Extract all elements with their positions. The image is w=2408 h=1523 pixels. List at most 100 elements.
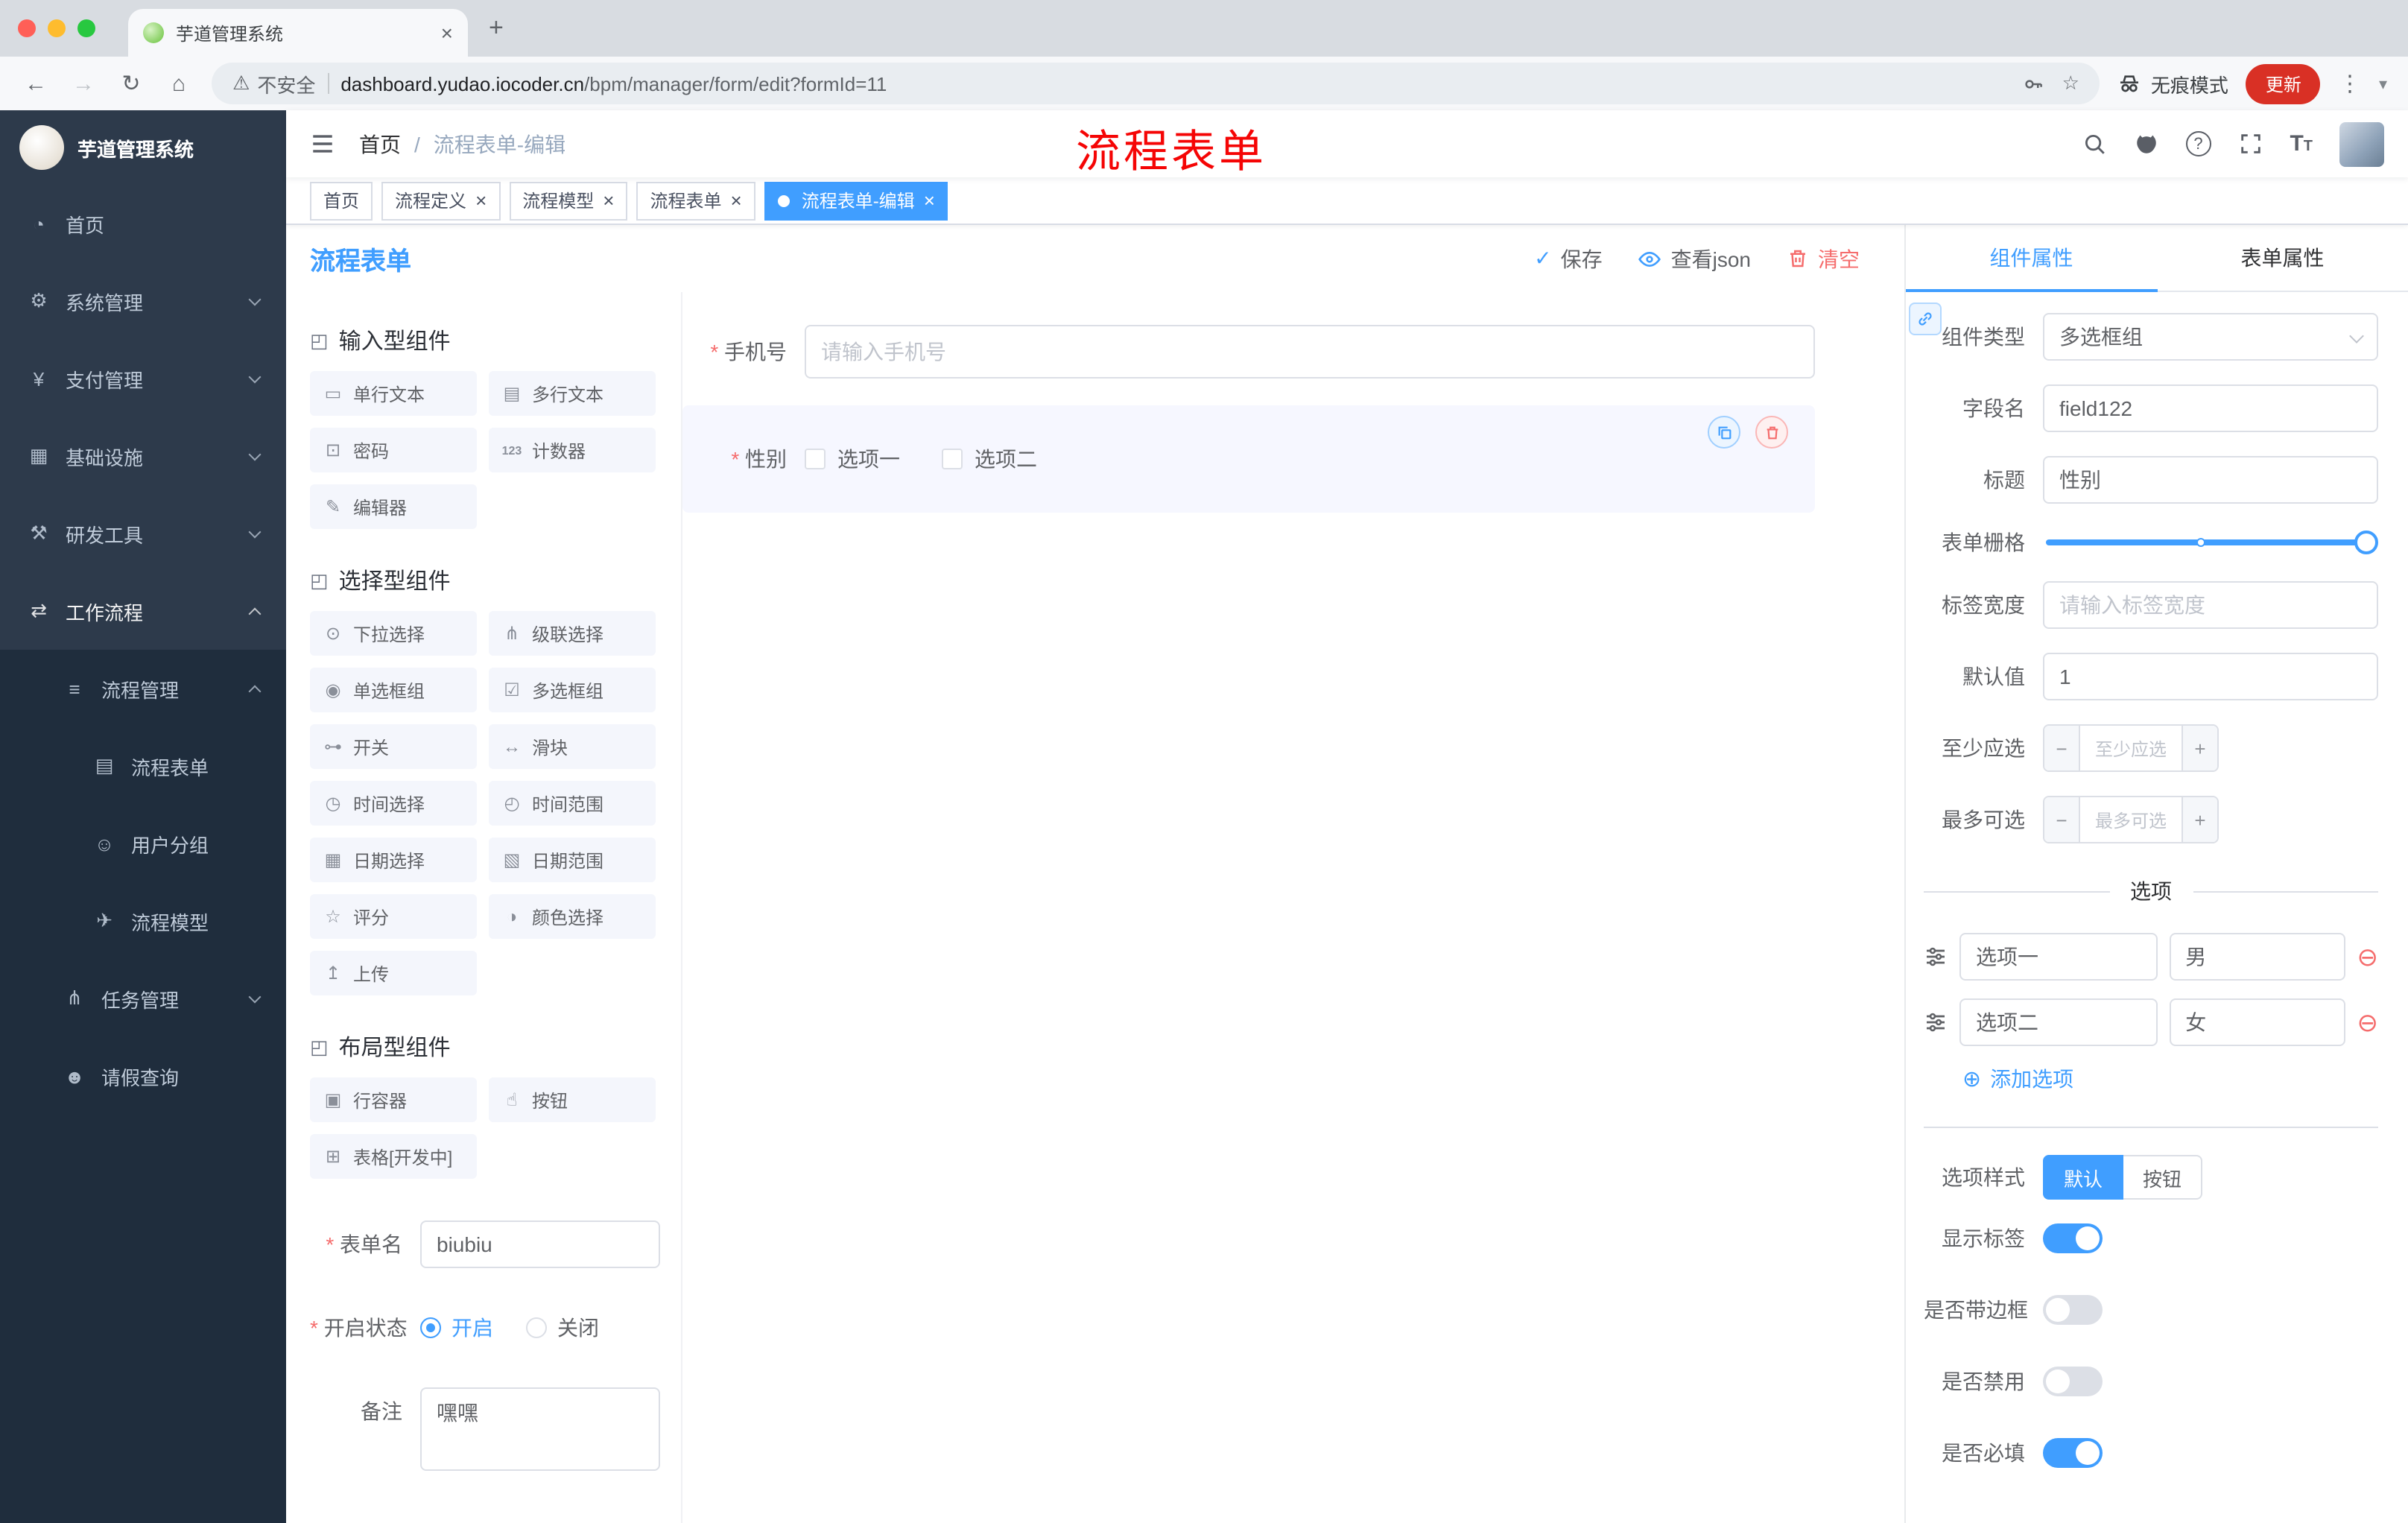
copy-widget-button[interactable] [1708, 416, 1740, 449]
slider-handle[interactable] [2354, 531, 2378, 554]
tag-close-icon[interactable]: × [924, 191, 935, 210]
reload-icon[interactable]: ↻ [116, 70, 146, 97]
tab-component-props[interactable]: 组件属性 [1906, 225, 2157, 292]
sidebar-item-system[interactable]: ⚙ 系统管理 [0, 262, 286, 340]
tag-close-icon[interactable]: × [603, 191, 614, 210]
max-select-stepper[interactable]: − 最多可选 + [2043, 796, 2219, 843]
palette-item-date-range[interactable]: ▧ 日期范围 [489, 838, 656, 882]
sidebar-item-process-model[interactable]: ✈ 流程模型 [0, 882, 286, 960]
decrease-button[interactable]: − [2044, 797, 2080, 842]
bookmark-star-icon[interactable]: ☆ [2062, 72, 2079, 95]
delete-widget-button[interactable] [1755, 416, 1788, 449]
style-button-button[interactable]: 按钮 [2123, 1155, 2203, 1200]
clear-button[interactable]: 清空 [1787, 244, 1860, 273]
drag-handle-icon[interactable] [1924, 945, 1948, 969]
toolbar-chevron-icon[interactable]: ▾ [2379, 74, 2387, 93]
palette-item-checkbox-group[interactable]: ☑ 多选框组 [489, 668, 656, 712]
sidebar-item-process-form[interactable]: ▤ 流程表单 [0, 727, 286, 805]
form-remark-textarea[interactable]: 嘿嘿 [420, 1387, 660, 1471]
sidebar-item-leave-query[interactable]: ☻ 请假查询 [0, 1037, 286, 1115]
password-key-icon[interactable] [2022, 72, 2044, 95]
palette-item-color-picker[interactable]: ◑ 颜色选择 [489, 894, 656, 939]
tag-close-icon[interactable]: × [475, 191, 487, 210]
component-type-select[interactable] [2043, 313, 2378, 361]
browser-menu-icon[interactable]: ⋮ [2339, 70, 2361, 97]
update-button[interactable]: 更新 [2246, 63, 2321, 104]
breadcrumb-home[interactable]: 首页 [359, 129, 401, 159]
tag-process-form[interactable]: 流程表单 × [636, 181, 755, 220]
title-input[interactable] [2043, 456, 2378, 504]
palette-item-password[interactable]: ⊡ 密码 [310, 428, 477, 472]
component-type-value[interactable] [2043, 313, 2378, 361]
show-label-switch[interactable] [2043, 1223, 2103, 1253]
palette-item-editor[interactable]: ✎ 编辑器 [310, 484, 477, 529]
palette-item-table[interactable]: ⊞ 表格[开发中] [310, 1134, 477, 1179]
palette-item-counter[interactable]: 123 计数器 [489, 428, 656, 472]
gender-option2-checkbox[interactable]: 选项二 [942, 444, 1037, 474]
sidebar-item-user-group[interactable]: ☺ 用户分组 [0, 805, 286, 882]
status-off-radio[interactable]: 关闭 [526, 1313, 599, 1343]
palette-item-switch[interactable]: ⊶ 开关 [310, 724, 477, 769]
gender-option1-checkbox[interactable]: 选项一 [805, 444, 900, 474]
drag-handle-icon[interactable] [1924, 1010, 1948, 1034]
label-width-input[interactable] [2043, 581, 2378, 629]
help-icon[interactable]: ? [2185, 131, 2211, 156]
back-icon[interactable]: ← [21, 71, 51, 96]
style-default-button[interactable]: 默认 [2043, 1155, 2124, 1200]
security-indicator[interactable]: ⚠ 不安全 [232, 69, 315, 98]
tag-close-icon[interactable]: × [731, 191, 742, 210]
canvas-field-gender-selected[interactable]: 性别 选项一 选项二 [682, 405, 1815, 513]
remove-option-icon[interactable]: ⊖ [2357, 1010, 2379, 1035]
font-size-icon[interactable]: TT [2290, 131, 2313, 156]
browser-tab[interactable]: 芋道管理系统 × [128, 9, 468, 57]
sidebar-logo[interactable]: 芋道管理系统 [0, 110, 286, 185]
save-button[interactable]: ✓ 保存 [1534, 244, 1602, 273]
add-option-button[interactable]: ⊕ 添加选项 [1962, 1064, 2378, 1094]
tag-home[interactable]: 首页 [310, 181, 373, 220]
palette-item-row-container[interactable]: ▣ 行容器 [310, 1077, 477, 1122]
palette-item-radio-group[interactable]: ◉ 单选框组 [310, 668, 477, 712]
remove-option-icon[interactable]: ⊖ [2357, 944, 2379, 969]
phone-input[interactable] [805, 325, 1815, 379]
new-tab-button[interactable]: + [489, 13, 504, 43]
palette-item-time-picker[interactable]: ◷ 时间选择 [310, 781, 477, 826]
sidebar-item-workflow[interactable]: ⇄ 工作流程 [0, 572, 286, 650]
forward-icon[interactable]: → [69, 71, 98, 96]
option1-value-input[interactable] [2169, 933, 2345, 981]
user-avatar[interactable] [2339, 121, 2384, 166]
palette-item-date-picker[interactable]: ▦ 日期选择 [310, 838, 477, 882]
home-icon[interactable]: ⌂ [164, 71, 194, 96]
increase-button[interactable]: + [2182, 797, 2217, 842]
minimize-window-button[interactable] [48, 19, 66, 37]
decrease-button[interactable]: − [2044, 726, 2080, 770]
form-grid-slider[interactable] [2046, 531, 2378, 554]
option1-name-input[interactable] [1959, 933, 2158, 981]
address-bar[interactable]: ⚠ 不安全 dashboard.yudao.iocoder.cn/bpm/man… [212, 63, 2100, 104]
sidebar-item-payment[interactable]: ¥ 支付管理 [0, 340, 286, 417]
default-value-input[interactable] [2043, 653, 2378, 700]
sidebar-item-devtools[interactable]: ⚒ 研发工具 [0, 495, 286, 572]
palette-item-upload[interactable]: ↥ 上传 [310, 951, 477, 995]
palette-item-button[interactable]: ☝ 按钮 [489, 1077, 656, 1122]
close-window-button[interactable] [18, 19, 36, 37]
required-switch[interactable] [2043, 1438, 2103, 1468]
palette-item-time-range[interactable]: ◴ 时间范围 [489, 781, 656, 826]
status-on-radio[interactable]: 开启 [420, 1313, 493, 1343]
tab-close-icon[interactable]: × [441, 22, 453, 43]
option2-value-input[interactable] [2169, 998, 2345, 1046]
min-select-stepper[interactable]: − 至少应选 + [2043, 724, 2219, 772]
field-name-input[interactable] [2043, 384, 2378, 432]
sidebar-item-home[interactable]: ◔ 首页 [0, 185, 286, 262]
github-icon[interactable] [2133, 131, 2158, 156]
palette-item-single-line-text[interactable]: ▭ 单行文本 [310, 371, 477, 416]
hamburger-icon[interactable] [310, 131, 335, 156]
sidebar-item-task-management[interactable]: ⋔ 任务管理 [0, 960, 286, 1037]
canvas-field-phone[interactable]: 手机号 [700, 325, 1815, 379]
form-name-input[interactable] [420, 1220, 660, 1268]
tab-form-props[interactable]: 表单属性 [2157, 225, 2408, 291]
palette-item-slider[interactable]: ↔ 滑块 [489, 724, 656, 769]
palette-item-cascader[interactable]: ⋔ 级联选择 [489, 611, 656, 656]
disabled-switch[interactable] [2043, 1367, 2103, 1396]
tag-process-model[interactable]: 流程模型 × [509, 181, 628, 220]
palette-item-multi-line-text[interactable]: ▤ 多行文本 [489, 371, 656, 416]
